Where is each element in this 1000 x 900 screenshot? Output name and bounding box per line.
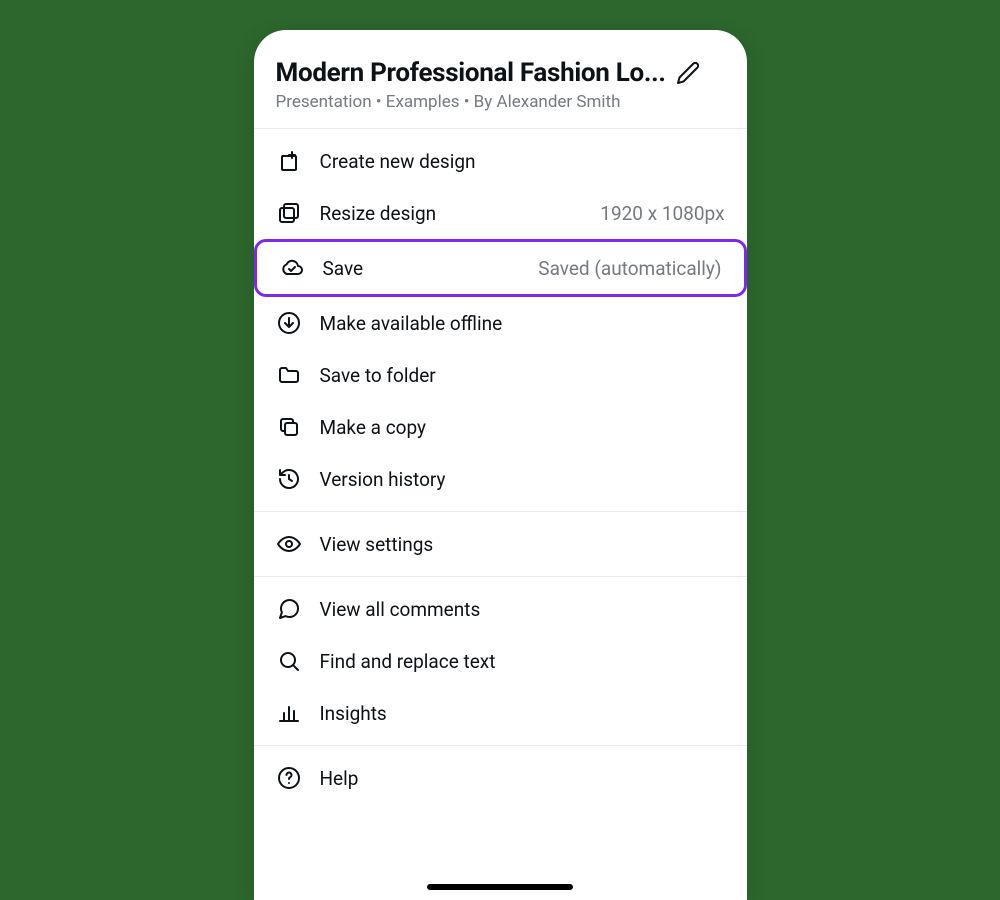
menu-item-save[interactable]: Save Saved (automatically)	[254, 239, 747, 297]
tools-section: View all comments Find and replace text	[254, 577, 747, 745]
menu-item-label: Make available offline	[320, 312, 725, 335]
menu-item-label: Make a copy	[320, 416, 725, 439]
menu-item-make-a-copy[interactable]: Make a copy	[254, 401, 747, 453]
eye-icon	[276, 531, 302, 557]
menu-item-trailing: 1920 x 1080px	[600, 202, 724, 225]
folder-icon	[276, 362, 302, 388]
menu-item-label: Version history	[320, 468, 725, 491]
resize-icon	[276, 200, 302, 226]
menu-item-create-new-design[interactable]: Create new design	[254, 135, 747, 187]
menu-item-save-to-folder[interactable]: Save to folder	[254, 349, 747, 401]
menu-item-label: Save	[323, 257, 521, 280]
menu-item-find-and-replace[interactable]: Find and replace text	[254, 635, 747, 687]
menu-item-label: Resize design	[320, 202, 583, 225]
view-section: View settings	[254, 512, 747, 576]
menu-item-label: Create new design	[320, 150, 725, 173]
plus-page-icon	[276, 148, 302, 174]
help-section: Help	[254, 746, 747, 810]
document-title: Modern Professional Fashion Lo...	[276, 58, 666, 88]
menu-item-label: View all comments	[320, 598, 725, 621]
search-icon	[276, 648, 302, 674]
menu-item-label: View settings	[320, 533, 725, 556]
history-icon	[276, 466, 302, 492]
file-menu-panel: Modern Professional Fashion Lo... Presen…	[254, 30, 747, 900]
menu-item-label: Find and replace text	[320, 650, 725, 673]
menu-item-trailing: Saved (automatically)	[538, 257, 721, 280]
menu-item-label: Help	[320, 767, 725, 790]
bar-chart-icon	[276, 700, 302, 726]
pencil-icon	[676, 61, 700, 85]
edit-title-button[interactable]	[674, 59, 702, 87]
copy-icon	[276, 414, 302, 440]
file-actions-section: Create new design Resize design 1920 x 1…	[254, 129, 747, 511]
comment-icon	[276, 596, 302, 622]
menu-item-label: Insights	[320, 702, 725, 725]
menu-item-version-history[interactable]: Version history	[254, 453, 747, 505]
menu-item-make-available-offline[interactable]: Make available offline	[254, 297, 747, 349]
menu-item-view-all-comments[interactable]: View all comments	[254, 583, 747, 635]
cloud-check-icon	[279, 255, 305, 281]
menu-item-insights[interactable]: Insights	[254, 687, 747, 739]
menu-item-help[interactable]: Help	[254, 752, 747, 804]
file-header: Modern Professional Fashion Lo... Presen…	[254, 30, 747, 128]
document-subtitle: Presentation • Examples • By Alexander S…	[276, 92, 725, 112]
help-circle-icon	[276, 765, 302, 791]
home-indicator	[427, 884, 573, 890]
menu-item-resize-design[interactable]: Resize design 1920 x 1080px	[254, 187, 747, 239]
menu-item-label: Save to folder	[320, 364, 725, 387]
menu-item-view-settings[interactable]: View settings	[254, 518, 747, 570]
download-circle-icon	[276, 310, 302, 336]
